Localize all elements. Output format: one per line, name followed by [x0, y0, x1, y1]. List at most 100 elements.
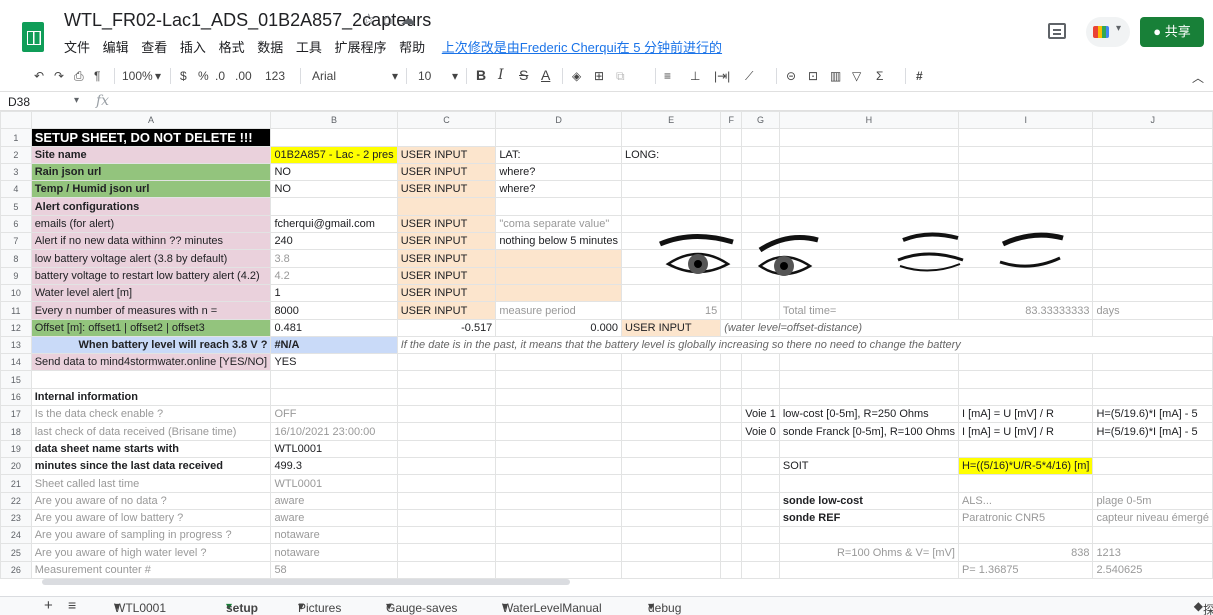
cell-d24[interactable]	[495, 526, 622, 545]
cell-e12[interactable]: USER INPUT	[620, 318, 722, 337]
row-header[interactable]: 9	[0, 266, 32, 285]
cell-c19[interactable]	[396, 439, 497, 458]
cell-b3[interactable]: NO	[270, 162, 398, 182]
cell-a6[interactable]: emails (for alert)	[30, 214, 272, 234]
cell-a23[interactable]: Are you aware of low battery ?	[30, 508, 272, 528]
cell-h16[interactable]	[778, 387, 959, 407]
cell-j16[interactable]	[1092, 387, 1213, 407]
cell-b2[interactable]: 01B2A857 - Lac - 2 pres	[270, 145, 398, 164]
cell-b6[interactable]: fcherqui@gmail.com	[270, 214, 398, 234]
cell-g4[interactable]	[741, 180, 780, 199]
print-icon[interactable]: ⎙	[74, 69, 84, 84]
cell-a24[interactable]: Are you aware of sampling in progress ?	[30, 526, 272, 545]
cell-b15[interactable]	[270, 370, 398, 389]
cell-a15[interactable]	[30, 370, 272, 389]
cell-f5[interactable]	[720, 197, 743, 216]
cell-j6[interactable]	[1092, 214, 1213, 234]
cell-d21[interactable]	[495, 474, 622, 493]
cell-b11[interactable]: 8000	[270, 301, 398, 320]
column-header-b[interactable]: B	[270, 111, 398, 130]
cell-d10[interactable]	[495, 283, 622, 303]
tab-waterlevelmanual[interactable]: WaterLevelManual ▾	[502, 599, 602, 615]
cell-a7[interactable]: Alert if no new data withinn ?? minutes	[30, 232, 272, 251]
cell-j19[interactable]	[1092, 439, 1213, 458]
cell-b22[interactable]: aware	[270, 491, 398, 510]
cell-d9[interactable]	[495, 266, 622, 285]
cell-a20[interactable]: minutes since the last data received	[30, 456, 272, 476]
cell-g18[interactable]: Voie 0	[741, 422, 780, 441]
cell-g1[interactable]	[741, 128, 780, 147]
column-header-a[interactable]: A	[30, 111, 272, 130]
cell-f1[interactable]	[720, 128, 743, 147]
cell-f8[interactable]	[720, 249, 743, 268]
cell-f9[interactable]	[720, 266, 743, 285]
cell-i19[interactable]	[957, 439, 1094, 458]
cell-table[interactable]: ABCDEFGHIJ 1 SETUP SHEET, DO NOT DELETE !…	[0, 111, 1213, 580]
cell-i21[interactable]	[957, 474, 1094, 493]
cell-e6[interactable]	[620, 214, 722, 234]
cell-f2[interactable]	[720, 145, 743, 164]
cell-b26[interactable]: 58	[270, 560, 398, 580]
cell-a9[interactable]: battery voltage to restart low battery a…	[30, 266, 272, 285]
cell-b23[interactable]: aware	[270, 508, 398, 528]
cell-g19[interactable]	[741, 439, 780, 458]
menu-format[interactable]: 格式	[219, 40, 245, 55]
column-header-g[interactable]: G	[741, 111, 780, 130]
cell-d23[interactable]	[495, 508, 622, 528]
cell-i2[interactable]	[957, 145, 1094, 164]
italic-button[interactable]: I	[498, 67, 504, 83]
cell-a4[interactable]: Temp / Humid json url	[30, 180, 272, 199]
cell-a22[interactable]: Are you aware of no data ?	[30, 491, 272, 510]
menu-insert[interactable]: 插入	[180, 40, 206, 55]
row-header[interactable]: 3	[0, 162, 32, 182]
cell-c11[interactable]: USER INPUT	[396, 301, 497, 320]
last-edit-link[interactable]: 上次修改是由Frederic Cherqui在 5 分钟前进行的	[442, 40, 722, 55]
cell-i17[interactable]: I [mA] = U [mV] / R	[957, 405, 1094, 424]
cell-c3[interactable]: USER INPUT	[396, 162, 497, 182]
cell-j24[interactable]	[1092, 526, 1213, 545]
cell-d6[interactable]: "coma separate value"	[495, 214, 622, 234]
cell-i11[interactable]: 83.33333333	[957, 301, 1094, 320]
cell-g26[interactable]	[741, 560, 780, 580]
cell-g5[interactable]	[741, 197, 780, 216]
cell-c8[interactable]: USER INPUT	[396, 249, 497, 268]
cell-b9[interactable]: 4.2	[270, 266, 398, 285]
cell-f12[interactable]: (water level=offset-distance)	[720, 318, 1094, 337]
cell-j25[interactable]: 1213	[1092, 543, 1213, 562]
cell-e9[interactable]	[620, 266, 722, 285]
cell-i6[interactable]	[957, 214, 1094, 234]
row-header[interactable]: 16	[0, 387, 32, 407]
merge-cells-icon[interactable]: ⧉	[616, 69, 625, 84]
cell-f10[interactable]	[720, 283, 743, 303]
cell-h26[interactable]	[778, 560, 959, 580]
cell-e8[interactable]	[620, 249, 722, 268]
cell-a3[interactable]: Rain json url	[30, 162, 272, 182]
cell-f17[interactable]	[720, 405, 743, 424]
align-left-icon[interactable]: ≡	[664, 69, 671, 83]
move-icon[interactable]: ⌂	[383, 11, 400, 28]
star-icon[interactable]: ☆	[362, 11, 383, 28]
cell-c16[interactable]	[396, 387, 497, 407]
cell-h17[interactable]: low-cost [0-5m], R=250 Ohms	[778, 405, 959, 424]
comments-icon[interactable]	[1048, 23, 1066, 39]
row-header[interactable]: 13	[0, 335, 32, 355]
bold-button[interactable]: B	[476, 67, 486, 83]
cell-f16[interactable]	[720, 387, 743, 407]
cell-a12[interactable]: Offset [m]: offset1 | offset2 | offset3	[30, 318, 272, 337]
cell-j3[interactable]	[1092, 162, 1213, 182]
cell-e11[interactable]: 15	[620, 301, 722, 320]
text-rotate-icon[interactable]: ⟋	[745, 69, 753, 84]
cell-f18[interactable]	[720, 422, 743, 441]
cell-b10[interactable]: 1	[270, 283, 398, 303]
cell-d18[interactable]	[495, 422, 622, 441]
cell-f3[interactable]	[720, 162, 743, 182]
cell-i22[interactable]: ALS...	[957, 491, 1094, 510]
corner-cell[interactable]	[0, 111, 32, 130]
cell-g22[interactable]	[741, 491, 780, 510]
cell-b5[interactable]	[270, 197, 398, 216]
cell-b14[interactable]: YES	[270, 353, 398, 372]
cell-i7[interactable]	[957, 232, 1094, 251]
chart-icon[interactable]: ▥	[830, 69, 841, 83]
menu-extensions[interactable]: 扩展程序	[334, 40, 386, 55]
cell-d15[interactable]	[495, 370, 622, 389]
